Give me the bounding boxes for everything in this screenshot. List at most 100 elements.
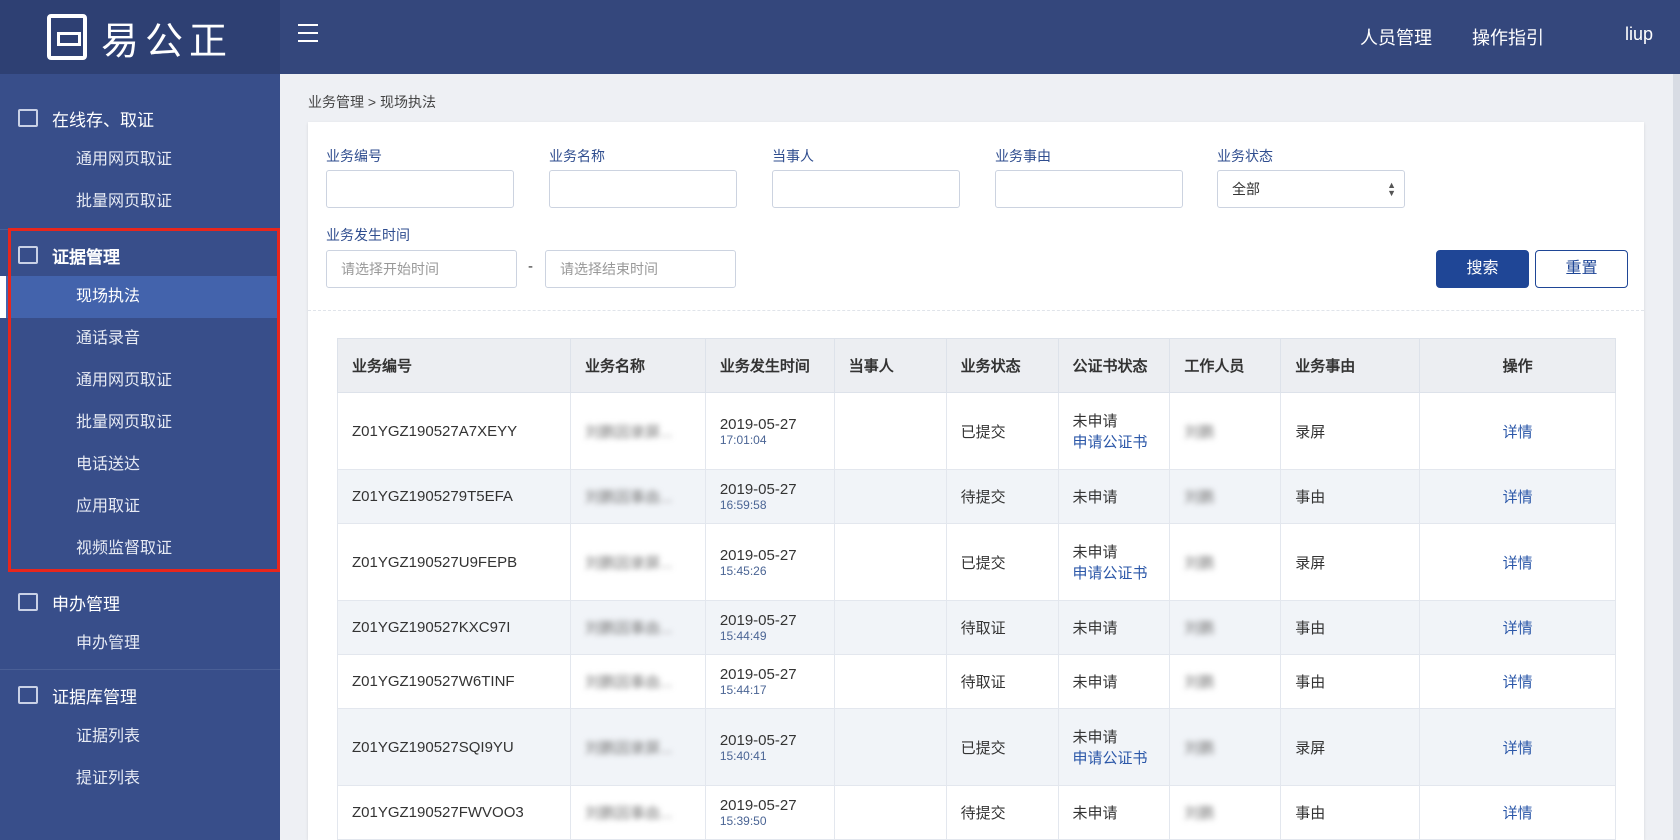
time: 16:59:58 [719,498,767,512]
sidebar-group-application[interactable]: 申办管理 [0,581,280,623]
sidebar-item[interactable]: 申办管理 [0,623,280,665]
staff: 刘鹏 [1169,654,1282,709]
blurred-name: 刘鹏因事由... [584,674,673,691]
label-reason: 业务事由 [995,148,1051,164]
divider [0,669,280,670]
nav-operation-guide[interactable]: 操作指引 [1472,24,1544,50]
date: 2019-05-27 [719,797,797,814]
business-code: Z01YGZ190527KXC97I [337,600,571,655]
details-link[interactable]: 详情 [1503,674,1533,691]
blurred-staff: 刘鹏 [1184,739,1215,757]
business-reason: 事由 [1280,785,1421,840]
details-link[interactable]: 详情 [1503,555,1533,572]
end-time-input[interactable]: 请选择结束时间 [545,250,736,288]
business-name: 刘鹏因事由... [569,600,706,655]
start-time-input[interactable]: 请选择开始时间 [326,250,517,288]
business-table: 业务编号 业务名称 业务发生时间 当事人 业务状态 公证书状态 工作人员 业务事由 操作 Z01… [337,338,1616,840]
business-time: 2019-05-27 15:44:49 [704,600,835,655]
divider [308,310,1644,311]
details-link[interactable]: 详情 [1503,424,1533,441]
business-reason: 录屏 [1280,523,1421,601]
cert-status: 未申请 [1057,600,1171,655]
group-label: 申办管理 [52,594,120,614]
name-input[interactable] [549,170,737,208]
status-value: 全部 [1232,181,1260,197]
reset-button[interactable]: 重置 [1535,250,1628,288]
business-name: 刘鹏因录屏... [569,392,706,470]
status-select[interactable]: 全部 ▲ ▼ [1217,170,1405,208]
cert-status: 未申请 申请公证书 [1057,523,1171,601]
staff: 刘鹏 [1169,469,1282,524]
cert-status: 未申请 申请公证书 [1057,392,1171,470]
sidebar-item[interactable]: 批量网页取证 [0,181,280,223]
cert-status-text: 未申请 [1072,413,1118,430]
cert-status-text: 未申请 [1072,544,1118,561]
reason-input[interactable] [995,170,1183,208]
business-reason: 事由 [1280,469,1421,524]
staff: 刘鹏 [1169,523,1282,601]
party [833,600,947,655]
cert-status-text: 未申请 [1072,674,1118,691]
sidebar-item[interactable]: 证据列表 [0,716,280,758]
nav-staff-management[interactable]: 人员管理 [1360,24,1432,50]
browser-star-icon [18,109,38,127]
party [833,523,947,601]
column-header: 工作人员 [1169,338,1282,393]
cert-status-text: 未申请 [1072,620,1118,637]
party-input[interactable] [772,170,960,208]
label-name: 业务名称 [549,148,605,164]
business-time: 2019-05-27 15:39:50 [704,785,835,840]
code-input[interactable] [326,170,514,208]
label-status: 业务状态 [1217,148,1273,164]
business-name: 刘鹏因录屏... [569,523,706,601]
details-link[interactable]: 详情 [1503,620,1533,637]
business-code: Z01YGZ190527W6TINF [337,654,571,709]
label-time: 业务发生时间 [326,227,410,243]
party [833,785,947,840]
group-label: 在线存、取证 [52,110,154,130]
label-party: 当事人 [772,148,814,164]
column-header: 当事人 [833,338,947,393]
sidebar-group-library[interactable]: 证据库管理 [0,674,280,716]
staff: 刘鹏 [1169,392,1282,470]
apply-cert-link[interactable]: 申请公证书 [1073,431,1170,452]
action-cell: 详情 [1419,600,1616,655]
business-name: 刘鹏因录屏... [569,708,706,786]
business-reason: 录屏 [1280,392,1421,470]
cert-status-text: 未申请 [1072,729,1118,746]
details-link[interactable]: 详情 [1503,489,1533,506]
cert-status: 未申请 [1057,469,1171,524]
logo-mark-icon [46,14,87,60]
sidebar-item[interactable]: 提证列表 [0,758,280,800]
details-link[interactable]: 详情 [1503,740,1533,757]
blurred-staff: 刘鹏 [1184,554,1215,572]
breadcrumb: 业务管理 > 现场执法 [308,94,436,110]
logo[interactable]: 易公正 [0,0,280,74]
column-header: 业务发生时间 [704,338,835,393]
search-button[interactable]: 搜索 [1436,250,1529,288]
highlight-box [8,228,280,572]
blurred-name: 刘鹏因录屏... [584,423,673,441]
scrollbar[interactable] [1673,74,1680,840]
details-link[interactable]: 详情 [1503,805,1533,822]
business-time: 2019-05-27 16:59:58 [704,469,835,524]
apply-cert-link[interactable]: 申请公证书 [1073,562,1170,583]
table-row: Z01YGZ190527KXC97I 刘鹏因事由... 2019-05-27 15:4… [337,600,1616,655]
sidebar-item[interactable]: 通用网页取证 [0,139,280,181]
blurred-name: 刘鹏因事由... [584,489,673,506]
top-header: 易公正 人员管理 操作指引 liup [0,0,1680,74]
time: 15:44:17 [719,683,767,697]
action-cell: 详情 [1419,654,1616,709]
hamburger-menu-icon[interactable] [298,24,318,42]
sidebar-group-online[interactable]: 在线存、取证 [0,97,280,139]
business-status: 已提交 [945,523,1059,601]
user-name[interactable]: liup [1625,24,1653,45]
apply-cert-link[interactable]: 申请公证书 [1073,747,1170,768]
table-row: Z01YGZ190527U9FEPB 刘鹏因录屏... 2019-05-27 15:4… [337,523,1616,601]
action-cell: 详情 [1419,392,1616,470]
cert-status: 未申请 [1057,785,1171,840]
column-header: 公证书状态 [1057,338,1171,393]
business-reason: 录屏 [1280,708,1421,786]
action-cell: 详情 [1419,708,1616,786]
business-code: Z01YGZ190527A7XEYY [337,392,571,470]
